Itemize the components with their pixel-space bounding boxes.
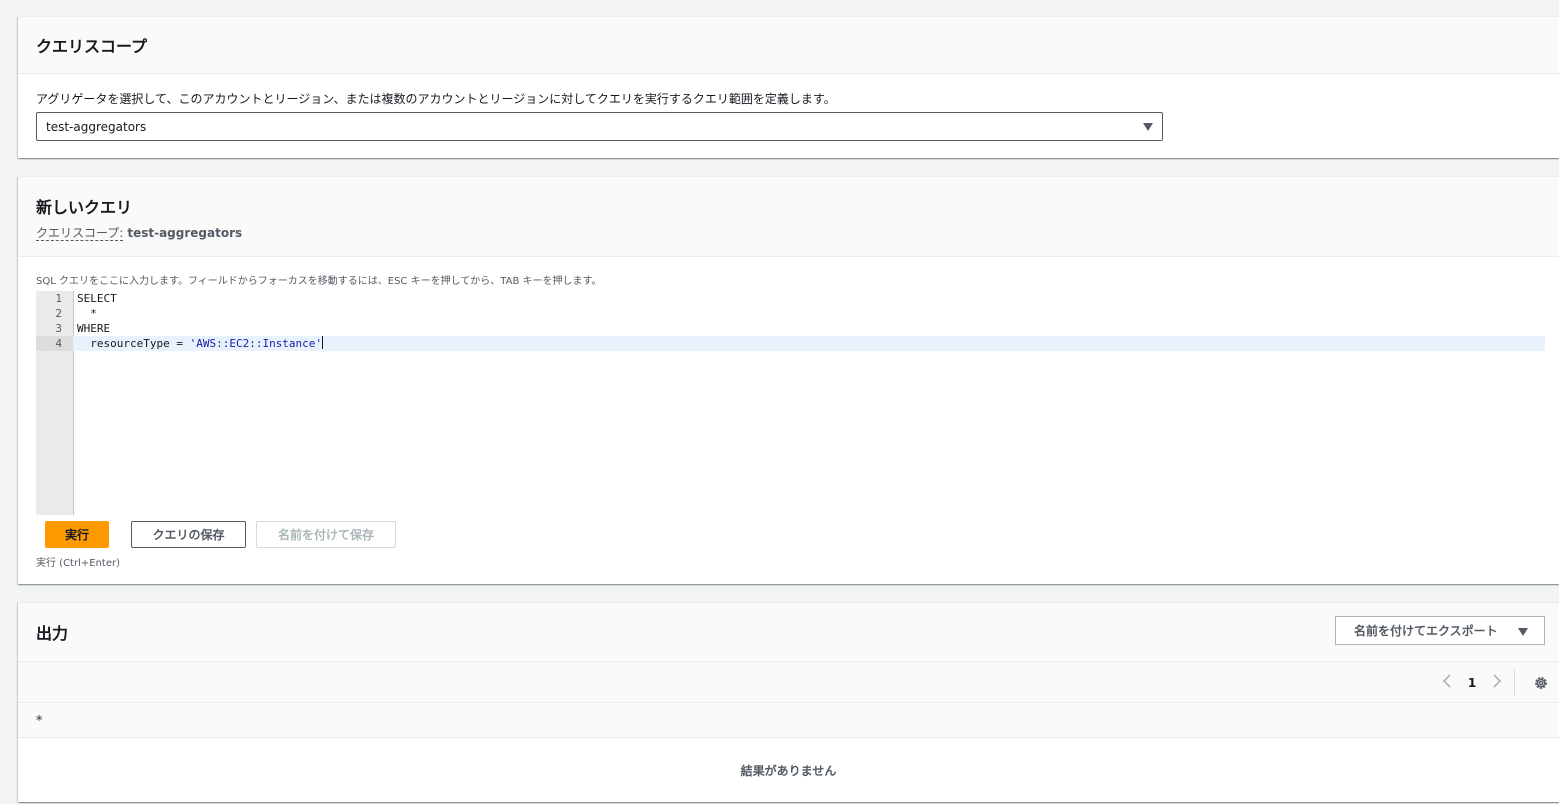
new-query-header: 新しいクエリ クエリスコープ: test-aggregators — [18, 177, 1559, 257]
column-header-label: * — [36, 713, 43, 727]
line-number: 4 — [36, 336, 73, 351]
aggregator-select[interactable]: test-aggregators — [36, 112, 1163, 141]
export-as-label: 名前を付けてエクスポート — [1354, 624, 1498, 638]
editor-line[interactable]: 2 * — [36, 306, 1545, 321]
query-scope-title: クエリスコープ — [36, 37, 148, 56]
line-code: SELECT — [77, 292, 117, 305]
caret-down-icon — [1143, 123, 1153, 131]
query-scope-info-link[interactable]: クエリスコープ: — [36, 226, 124, 241]
new-query-title: 新しいクエリ — [36, 198, 133, 217]
line-code-prefix: resourceType = — [77, 337, 190, 350]
editor-line[interactable]: 1 SELECT — [36, 291, 1545, 306]
output-title: 出力 — [36, 624, 69, 643]
line-number: 1 — [55, 292, 62, 305]
gear-icon[interactable] — [1523, 675, 1559, 691]
query-scope-summary: クエリスコープ: test-aggregators — [36, 224, 1541, 241]
current-page[interactable]: 1 — [1458, 676, 1486, 690]
pagination: 1 — [1436, 662, 1559, 703]
editor-line[interactable]: 3 WHERE — [36, 321, 1545, 336]
pager-divider — [1514, 669, 1515, 696]
empty-results-message: 結果がありません — [740, 763, 837, 778]
save-as-button[interactable]: 名前を付けて保存 — [256, 521, 396, 548]
output-panel: 出力 名前を付けてエクスポート 1 * 結果がありません — [18, 602, 1559, 802]
line-code: WHERE — [77, 322, 111, 335]
new-query-panel: 新しいクエリ クエリスコープ: test-aggregators SQL クエリを… — [18, 176, 1559, 584]
query-scope-value: test-aggregators — [127, 226, 243, 240]
table-toolbar: 1 — [18, 662, 1559, 703]
sql-editor[interactable]: 1 SELECT 2 * 3 WHERE 4 resourceType = 'A… — [36, 291, 1545, 515]
column-header[interactable]: * — [18, 703, 1559, 738]
text-cursor — [322, 336, 324, 349]
chevron-left-icon[interactable] — [1436, 673, 1458, 692]
caret-down-icon — [1518, 628, 1528, 636]
chevron-right-icon[interactable] — [1486, 673, 1508, 692]
line-code: resourceType = 'AWS::EC2::Instance' — [77, 336, 324, 351]
editor-line-active[interactable]: 4 resourceType = 'AWS::EC2::Instance' — [36, 336, 1545, 351]
editor-hint: SQL クエリをここに入力します。フィールドからフォーカスを移動するには、ESC… — [36, 276, 602, 287]
save-query-button[interactable]: クエリの保存 — [131, 521, 246, 548]
line-number: 3 — [55, 322, 62, 335]
line-number: 2 — [55, 307, 62, 320]
line-code: * — [77, 307, 97, 320]
run-button[interactable]: 実行 — [45, 521, 109, 548]
export-as-button[interactable]: 名前を付けてエクスポート — [1335, 616, 1545, 645]
query-scope-panel: クエリスコープ アグリゲータを選択して、このアカウントとリージョン、または複数の… — [18, 16, 1559, 158]
output-header: 出力 名前を付けてエクスポート — [18, 603, 1559, 662]
aggregator-select-value: test-aggregators — [46, 119, 147, 134]
run-shortcut-hint: 実行 (Ctrl+Enter) — [36, 558, 120, 569]
query-scope-description: アグリゲータを選択して、このアカウントとリージョン、または複数のアカウントとリー… — [36, 92, 836, 106]
line-code-string: 'AWS::EC2::Instance' — [189, 337, 323, 350]
query-scope-header: クエリスコープ — [18, 17, 1559, 74]
